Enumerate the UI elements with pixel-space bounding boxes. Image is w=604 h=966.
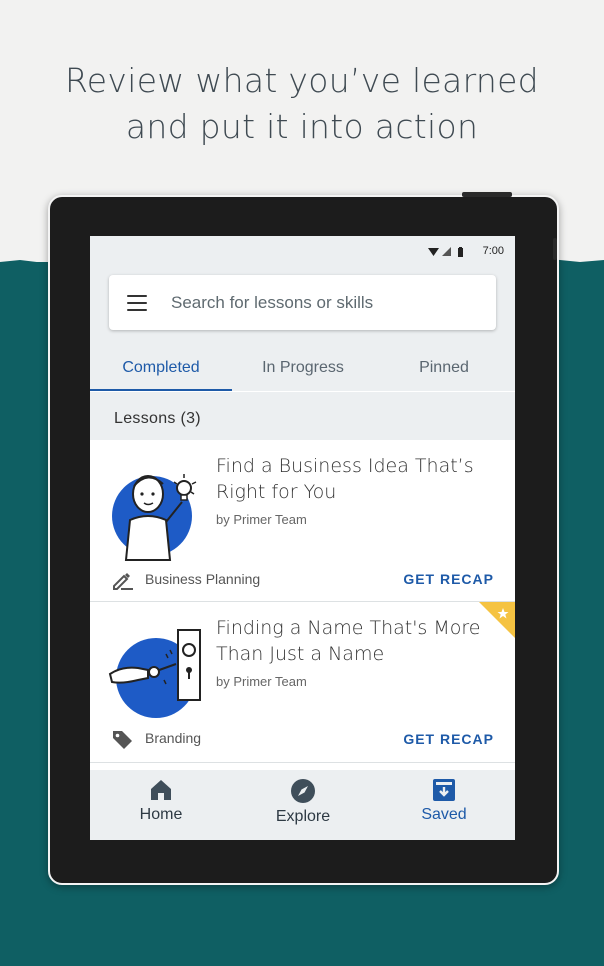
active-tab-indicator bbox=[90, 389, 232, 391]
app-screen: 7:00 Search for lessons or skills Comple… bbox=[90, 236, 515, 840]
saved-icon bbox=[433, 779, 455, 801]
battery-icon bbox=[458, 248, 463, 257]
tab-in-progress[interactable]: In Progress bbox=[232, 351, 374, 391]
menu-icon[interactable] bbox=[127, 295, 147, 311]
lesson-title-line-1: Finding a Name That's More bbox=[216, 617, 481, 639]
tab-bar: Completed In Progress Pinned bbox=[90, 351, 515, 393]
nav-explore[interactable]: Explore bbox=[232, 778, 374, 826]
tablet-top-button bbox=[462, 192, 512, 197]
status-time: 7:00 bbox=[482, 245, 504, 257]
tab-completed[interactable]: Completed bbox=[90, 351, 232, 391]
lesson-illustration bbox=[108, 629, 201, 718]
headline-line-2: and put it into action bbox=[125, 107, 479, 146]
lesson-title: Find a Business Idea That’s Right for Yo… bbox=[216, 453, 496, 505]
wifi-icon bbox=[428, 248, 439, 256]
lesson-card[interactable]: Find a Business Idea That’s Right for Yo… bbox=[90, 440, 515, 602]
headline-line-1: Review what you’ve learned bbox=[65, 61, 539, 100]
tag-icon bbox=[113, 731, 132, 749]
status-icons bbox=[428, 247, 463, 257]
bottom-navigation: Home Explore Saved bbox=[90, 770, 515, 840]
signal-icon bbox=[442, 247, 451, 256]
section-title: Lessons (3) bbox=[114, 410, 201, 427]
nav-saved-label: Saved bbox=[421, 806, 467, 823]
lesson-title-line-2: Than Just a Name bbox=[216, 643, 385, 665]
tag-label: Business Planning bbox=[145, 571, 261, 587]
search-bar[interactable]: Search for lessons or skills bbox=[109, 275, 496, 330]
nav-home-label: Home bbox=[139, 806, 183, 823]
lesson-title: Finding a Name That's More Than Just a N… bbox=[216, 615, 496, 667]
tag-label: Branding bbox=[145, 730, 202, 746]
nav-saved[interactable]: Saved bbox=[373, 778, 515, 824]
lesson-card[interactable]: Finding a Name That's More Than Just a N… bbox=[90, 602, 515, 763]
lesson-title-line-2: Right for You bbox=[216, 481, 337, 503]
lesson-tag: Branding bbox=[111, 728, 201, 753]
compass-icon bbox=[291, 779, 315, 803]
get-recap-button[interactable]: GET RECAP bbox=[403, 571, 494, 587]
search-input[interactable]: Search for lessons or skills bbox=[171, 293, 373, 313]
get-recap-button[interactable]: GET RECAP bbox=[403, 731, 494, 747]
nav-explore-label: Explore bbox=[275, 808, 331, 825]
lesson-tag: Business Planning bbox=[111, 569, 260, 594]
tab-pinned[interactable]: Pinned bbox=[373, 351, 515, 391]
status-bar: 7:00 bbox=[90, 236, 515, 266]
nav-home[interactable]: Home bbox=[90, 778, 232, 824]
lesson-author: by Primer Team bbox=[216, 674, 307, 689]
lesson-author: by Primer Team bbox=[216, 512, 307, 527]
headline: Review what you’ve learned and put it in… bbox=[0, 58, 604, 150]
tablet-side-button bbox=[553, 238, 557, 260]
lesson-title-line-1: Find a Business Idea That’s bbox=[216, 455, 474, 477]
home-icon bbox=[151, 780, 171, 800]
pencil-icon bbox=[113, 573, 133, 590]
lesson-illustration bbox=[112, 474, 197, 561]
section-header: Lessons (3) bbox=[90, 392, 515, 440]
